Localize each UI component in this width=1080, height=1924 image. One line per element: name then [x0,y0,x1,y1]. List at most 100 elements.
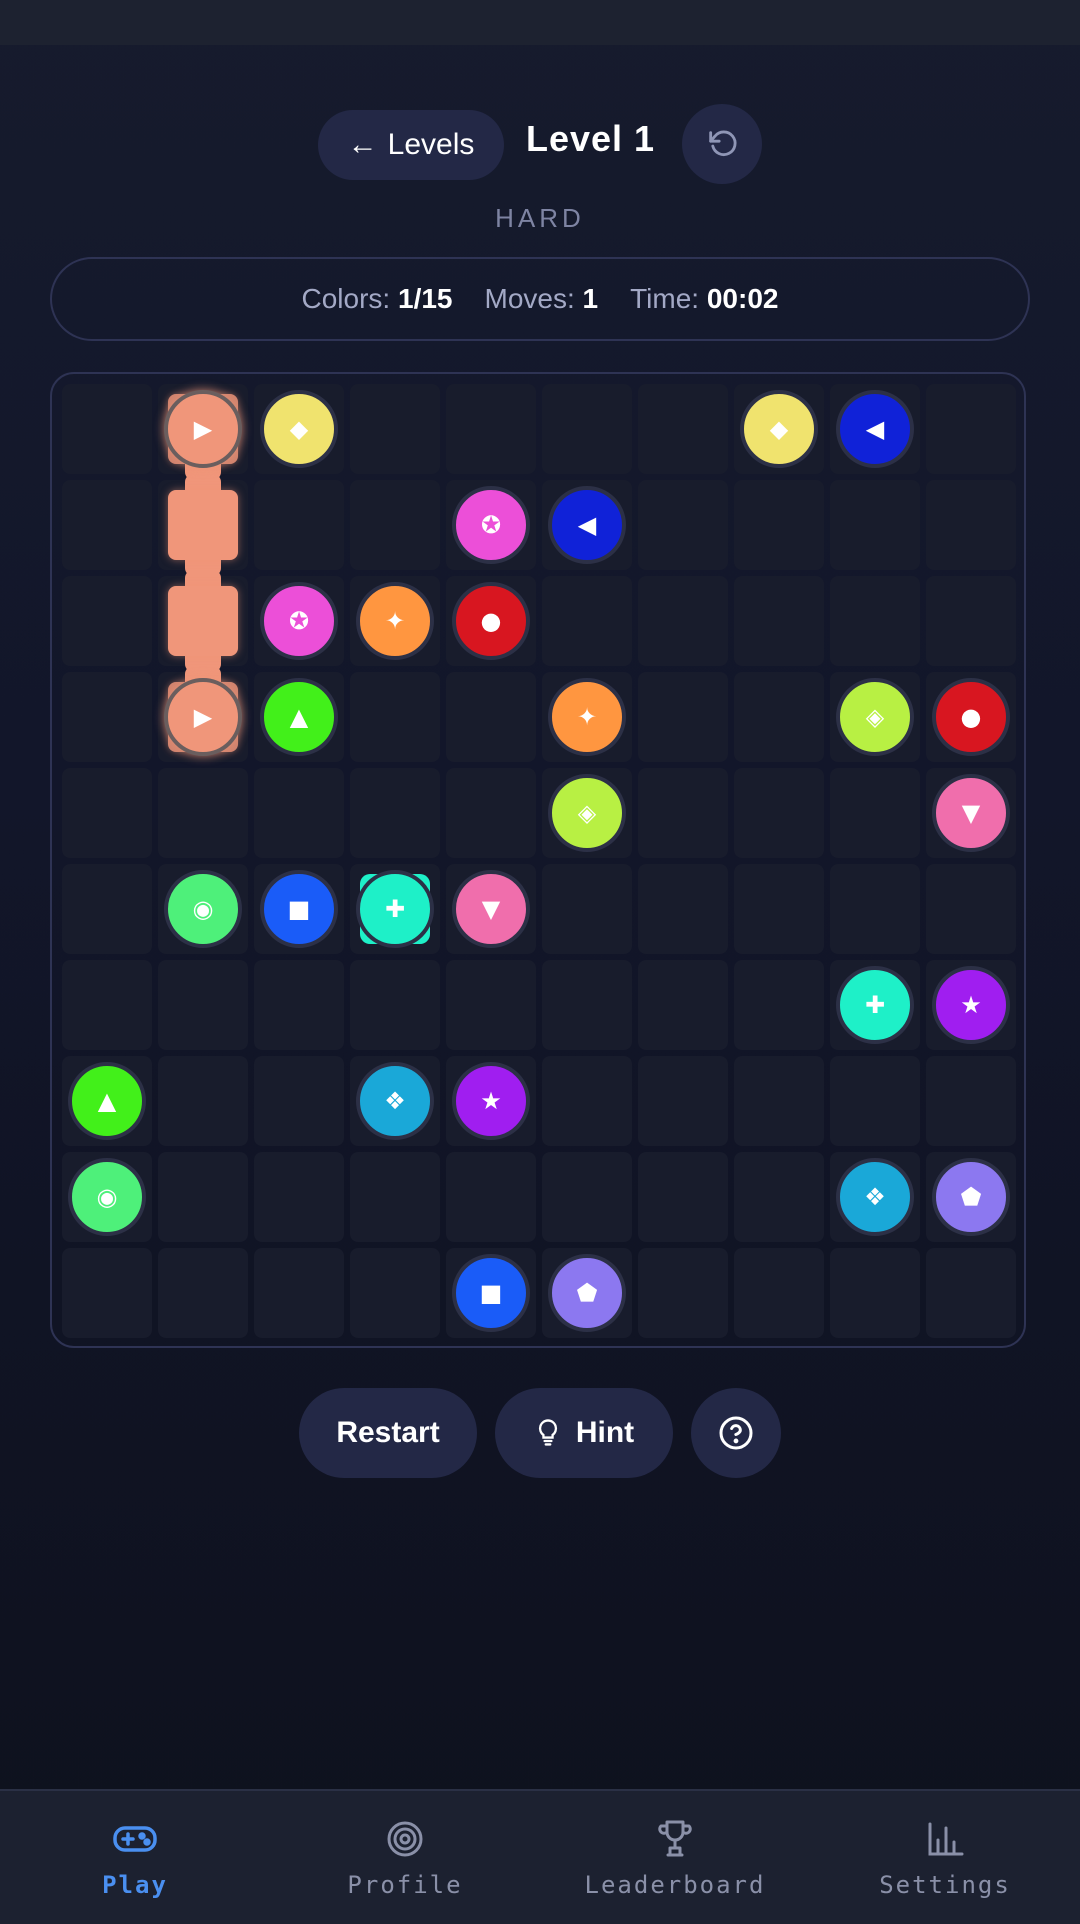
board-cell[interactable] [350,1248,440,1338]
board-cell[interactable] [350,768,440,858]
board-cell[interactable] [542,1152,632,1242]
tab-settings[interactable]: Settings [810,1791,1080,1924]
color-dot[interactable]: ✚ [836,966,914,1044]
color-dot[interactable]: ◉ [164,870,242,948]
color-dot[interactable]: ▶ [164,678,242,756]
color-dot[interactable]: ■ [260,870,338,948]
back-to-levels-button[interactable]: ← Levels [318,110,504,180]
board-cell[interactable] [926,1056,1016,1146]
board-cell[interactable] [254,1248,344,1338]
board-cell[interactable] [62,384,152,474]
board-cell[interactable] [638,1152,728,1242]
color-dot[interactable]: ✪ [452,486,530,564]
board-cell[interactable] [830,864,920,954]
board-cell[interactable] [638,864,728,954]
board-cell[interactable] [734,1056,824,1146]
board-cell[interactable] [446,960,536,1050]
board-cell[interactable] [62,864,152,954]
board-cell[interactable] [350,1152,440,1242]
hint-button[interactable]: Hint [495,1388,673,1478]
board-cell[interactable] [350,384,440,474]
board-cell[interactable] [542,1056,632,1146]
board-cell[interactable] [734,1248,824,1338]
board-cell[interactable] [830,1248,920,1338]
board-cell[interactable] [926,864,1016,954]
restart-button[interactable]: Restart [299,1388,477,1478]
board-cell[interactable] [638,576,728,666]
color-dot[interactable]: ◀ [548,486,626,564]
color-dot[interactable]: ❖ [836,1158,914,1236]
color-dot[interactable]: ◈ [836,678,914,756]
board-cell[interactable] [638,480,728,570]
board-cell[interactable] [254,1056,344,1146]
board-cell[interactable] [446,672,536,762]
color-dot[interactable]: ✦ [548,678,626,756]
color-dot[interactable]: ◆ [740,390,818,468]
board-cell[interactable] [158,768,248,858]
board-cell[interactable] [638,672,728,762]
board-cell[interactable] [734,1152,824,1242]
color-dot[interactable]: ⬟ [932,1158,1010,1236]
board-cell[interactable] [734,768,824,858]
board-cell[interactable] [830,768,920,858]
board-cell[interactable] [926,384,1016,474]
board-cell[interactable] [62,1248,152,1338]
color-dot[interactable]: ★ [452,1062,530,1140]
board-cell[interactable] [542,864,632,954]
color-dot[interactable]: ⬟ [548,1254,626,1332]
color-dot[interactable]: ▼ [452,870,530,948]
board-cell[interactable] [62,672,152,762]
tab-play[interactable]: Play [0,1791,270,1924]
help-button[interactable] [691,1388,781,1478]
board-cell[interactable] [734,672,824,762]
board-cell[interactable] [62,480,152,570]
color-dot[interactable]: ◈ [548,774,626,852]
board-cell[interactable] [542,384,632,474]
board-cell[interactable] [62,768,152,858]
board-cell[interactable] [350,480,440,570]
board-cell[interactable] [254,1152,344,1242]
color-dot[interactable]: ● [932,678,1010,756]
board-cell[interactable] [62,576,152,666]
color-dot[interactable]: ◆ [260,390,338,468]
board-cell[interactable] [254,960,344,1050]
board-cell[interactable] [446,768,536,858]
color-dot[interactable]: ✚ [356,870,434,948]
board-cell[interactable] [254,480,344,570]
board-cell[interactable] [350,672,440,762]
color-dot[interactable]: ▲ [260,678,338,756]
tab-profile[interactable]: Profile [270,1791,540,1924]
color-dot[interactable]: ● [452,582,530,660]
board-cell[interactable] [830,576,920,666]
board-cell[interactable] [638,384,728,474]
board-cell[interactable] [254,768,344,858]
board-cell[interactable] [638,768,728,858]
board-cell[interactable] [926,1248,1016,1338]
board-cell[interactable] [446,1152,536,1242]
color-dot[interactable]: ★ [932,966,1010,1044]
color-dot[interactable]: ◀ [836,390,914,468]
color-dot[interactable]: ✪ [260,582,338,660]
board-cell[interactable] [830,480,920,570]
color-dot[interactable]: ✦ [356,582,434,660]
board-cell[interactable] [926,480,1016,570]
board-cell[interactable] [638,1056,728,1146]
board-cell[interactable] [446,384,536,474]
board-cell[interactable] [830,1056,920,1146]
board-cell[interactable] [734,864,824,954]
game-board[interactable]: ▶ ◆ ◆ ◀ ✪ ◀ ✪ ✦ ● ▶ ▲ ✦ ◈ ● ◈ ▼ ◉ ■ ✚ ▼ ✚ ★ ▲ ❖ ★ ◉ ❖ ⬟ ■ ⬟ [50,372,1026,1348]
color-dot[interactable]: ◉ [68,1158,146,1236]
tab-leaderboard[interactable]: Leaderboard [540,1791,810,1924]
board-cell[interactable] [158,1248,248,1338]
color-dot[interactable]: ▲ [68,1062,146,1140]
board-cell[interactable] [734,576,824,666]
board-cell[interactable] [734,960,824,1050]
board-cell[interactable] [62,960,152,1050]
board-cell[interactable] [542,576,632,666]
color-dot[interactable]: ❖ [356,1062,434,1140]
board-cell[interactable] [638,1248,728,1338]
board-cell[interactable] [542,960,632,1050]
undo-button[interactable] [682,104,762,184]
board-cell[interactable] [158,960,248,1050]
color-dot[interactable]: ▼ [932,774,1010,852]
